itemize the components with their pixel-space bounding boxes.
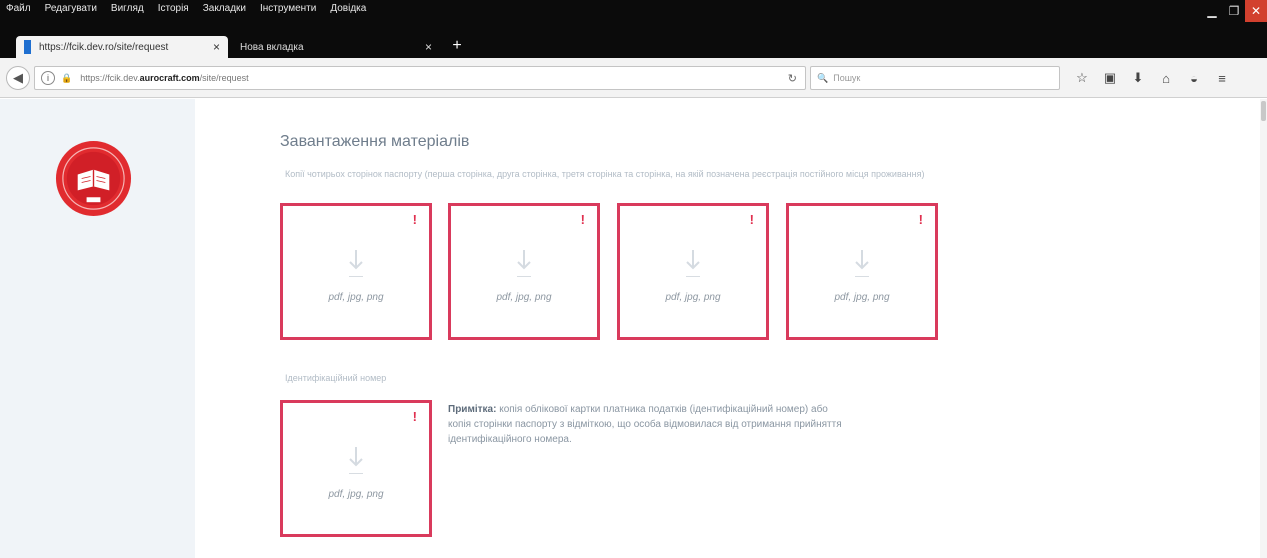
required-mark: ! bbox=[412, 409, 417, 424]
scrollbar[interactable] bbox=[1260, 99, 1267, 558]
close-icon[interactable]: ✕ bbox=[1245, 0, 1267, 22]
url-prefix: https://fcik.dev. bbox=[80, 73, 140, 83]
note-text: копія облікової картки платника податків… bbox=[448, 404, 842, 445]
menu-history[interactable]: Історія bbox=[158, 3, 189, 14]
star-icon[interactable]: ☆ bbox=[1068, 68, 1096, 88]
upload-box-passport-4[interactable]: ! pdf, jpg, png bbox=[786, 203, 938, 340]
menu-bar: Файл Редагувати Вигляд Історія Закладки … bbox=[6, 3, 366, 14]
required-mark: ! bbox=[412, 212, 417, 227]
sidebar bbox=[0, 99, 195, 558]
menu-tools[interactable]: Інструменти bbox=[260, 3, 316, 14]
back-button[interactable]: ◀ bbox=[6, 66, 30, 90]
menu-file[interactable]: Файл bbox=[6, 3, 31, 14]
menu-help[interactable]: Довідка bbox=[330, 3, 366, 14]
window-controls: ▁ ❐ ✕ bbox=[1201, 0, 1267, 22]
upload-arrow-icon bbox=[855, 250, 869, 270]
upload-box-passport-1[interactable]: ! pdf, jpg, png bbox=[280, 203, 432, 340]
toolbar-icons: ☆ ▣ ⬇ ⌂ ◒ ≡ bbox=[1068, 68, 1236, 88]
id-number-note: Примітка: копія облікової картки платник… bbox=[448, 402, 848, 447]
upload-format-text: pdf, jpg, png bbox=[834, 292, 890, 303]
window-titlebar: Файл Редагувати Вигляд Історія Закладки … bbox=[0, 0, 1267, 30]
id-number-label: Ідентифікаційний номер bbox=[285, 373, 387, 383]
upload-arrow-icon bbox=[686, 250, 700, 270]
search-icon: 🔍 bbox=[817, 72, 829, 83]
reload-icon[interactable]: ↻ bbox=[788, 72, 797, 85]
home-icon[interactable]: ⌂ bbox=[1152, 68, 1180, 88]
upload-format-text: pdf, jpg, png bbox=[328, 292, 384, 303]
required-mark: ! bbox=[580, 212, 585, 227]
tab-close-icon[interactable]: × bbox=[207, 40, 220, 54]
restore-icon[interactable]: ❐ bbox=[1223, 0, 1245, 22]
upload-box-passport-2[interactable]: ! pdf, jpg, png bbox=[448, 203, 600, 340]
upload-box-passport-3[interactable]: ! pdf, jpg, png bbox=[617, 203, 769, 340]
menu-bookmarks[interactable]: Закладки bbox=[203, 3, 246, 14]
address-bar[interactable]: i 🔒 https://fcik.dev.aurocraft.com/site/… bbox=[34, 66, 806, 90]
lock-icon[interactable]: 🔒 bbox=[61, 73, 72, 84]
url-text: https://fcik.dev.aurocraft.com/site/requ… bbox=[80, 73, 248, 83]
upload-arrow-icon bbox=[349, 250, 363, 270]
tab-strip: https://fcik.dev.ro/site/request × Нова … bbox=[0, 30, 1267, 58]
tab-close-icon[interactable]: × bbox=[419, 40, 432, 54]
tab-new[interactable]: Нова вкладка × bbox=[232, 36, 440, 58]
tab-request[interactable]: https://fcik.dev.ro/site/request × bbox=[16, 36, 228, 58]
divider bbox=[517, 276, 531, 277]
upload-arrow-icon bbox=[517, 250, 531, 270]
menu-view[interactable]: Вигляд bbox=[111, 3, 144, 14]
download-icon[interactable]: ⬇ bbox=[1124, 68, 1152, 88]
menu-edit[interactable]: Редагувати bbox=[45, 3, 97, 14]
tab-label: https://fcik.dev.ro/site/request bbox=[39, 41, 169, 53]
divider bbox=[855, 276, 869, 277]
note-label: Примітка: bbox=[448, 404, 497, 415]
back-arrow-icon: ◀ bbox=[13, 70, 23, 85]
upload-format-text: pdf, jpg, png bbox=[328, 489, 384, 500]
divider bbox=[349, 473, 363, 474]
required-mark: ! bbox=[749, 212, 754, 227]
search-placeholder: Пошук bbox=[833, 73, 861, 83]
menu-icon[interactable]: ≡ bbox=[1208, 68, 1236, 88]
pocket-icon[interactable]: ◒ bbox=[1180, 68, 1208, 88]
new-tab-button[interactable]: + bbox=[448, 36, 466, 56]
clipboard-icon[interactable]: ▣ bbox=[1096, 68, 1124, 88]
required-mark: ! bbox=[918, 212, 923, 227]
passport-description: Копії чотирьох сторінок паспорту (перша … bbox=[285, 169, 925, 179]
favicon-icon bbox=[24, 40, 31, 54]
upload-format-text: pdf, jpg, png bbox=[496, 292, 552, 303]
info-icon[interactable]: i bbox=[41, 71, 55, 85]
url-domain: aurocraft.com bbox=[139, 73, 200, 83]
tab-label: Нова вкладка bbox=[240, 41, 304, 53]
search-bar[interactable]: 🔍 Пошук bbox=[810, 66, 1060, 90]
page-title: Завантаження матеріалів bbox=[280, 133, 470, 150]
navigation-bar: ◀ i 🔒 https://fcik.dev.aurocraft.com/sit… bbox=[0, 58, 1267, 98]
minimize-icon[interactable]: ▁ bbox=[1201, 0, 1223, 22]
url-suffix: /site/request bbox=[199, 73, 249, 83]
divider bbox=[349, 276, 363, 277]
upload-format-text: pdf, jpg, png bbox=[665, 292, 721, 303]
scrollbar-thumb[interactable] bbox=[1261, 101, 1266, 121]
logo-emblem bbox=[55, 140, 132, 217]
upload-arrow-icon bbox=[349, 447, 363, 467]
upload-box-id-number[interactable]: ! pdf, jpg, png bbox=[280, 400, 432, 537]
divider bbox=[686, 276, 700, 277]
